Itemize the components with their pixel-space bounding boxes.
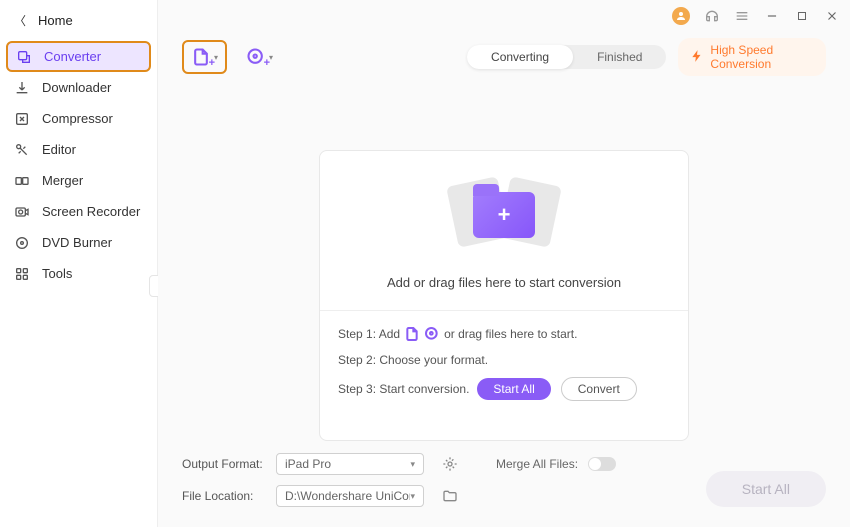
step-2: Step 2: Choose your format. — [338, 351, 670, 369]
main-area: + ▾ + ▾ Converting Finished High Speed C… — [158, 0, 850, 527]
sidebar-item-label: Downloader — [42, 80, 111, 95]
download-icon — [14, 80, 30, 96]
output-format-label: Output Format: — [182, 457, 266, 471]
sidebar-item-converter[interactable]: Converter — [6, 41, 151, 72]
close-icon[interactable] — [824, 8, 840, 24]
step-3: Step 3: Start conversion. Start All Conv… — [338, 377, 670, 401]
user-avatar-icon[interactable] — [672, 7, 690, 25]
sidebar-item-dvd[interactable]: DVD Burner — [0, 227, 157, 258]
merge-label: Merge All Files: — [496, 457, 578, 471]
drop-text: Add or drag files here to start conversi… — [340, 275, 668, 290]
add-file-mini-icon — [404, 326, 420, 342]
bolt-icon — [690, 49, 704, 66]
start-all-button[interactable]: Start All — [706, 471, 826, 507]
toolbar: + ▾ + ▾ Converting Finished High Speed C… — [158, 32, 850, 90]
add-dvd-button[interactable]: + ▾ — [239, 42, 280, 72]
speed-badge-label: High Speed Conversion — [710, 43, 814, 71]
start-all-mini-button[interactable]: Start All — [477, 378, 550, 400]
recorder-icon — [14, 204, 30, 220]
menu-icon[interactable] — [734, 8, 750, 24]
footer: Output Format: iPad Pro ▾ Merge All File… — [158, 441, 850, 527]
maximize-icon[interactable] — [794, 8, 810, 24]
tab-converting[interactable]: Converting — [467, 45, 573, 69]
folder-illustration: + — [444, 175, 564, 255]
merge-row: Merge All Files: — [496, 457, 616, 471]
sidebar-item-label: Merger — [42, 173, 83, 188]
tab-finished[interactable]: Finished — [573, 45, 666, 69]
tab-switch: Converting Finished — [467, 45, 666, 69]
output-format-select[interactable]: iPad Pro ▾ — [276, 453, 424, 475]
settings-gear-icon[interactable] — [442, 456, 458, 472]
high-speed-badge[interactable]: High Speed Conversion — [678, 38, 826, 76]
back-chevron-icon: 〈 — [14, 12, 26, 29]
file-location-label: File Location: — [182, 489, 266, 503]
sidebar-item-label: Editor — [42, 142, 76, 157]
editor-icon — [14, 142, 30, 158]
merger-icon — [14, 173, 30, 189]
sidebar-item-label: DVD Burner — [42, 235, 112, 250]
plus-icon: + — [498, 202, 511, 228]
titlebar — [158, 0, 850, 32]
converter-icon — [16, 49, 32, 65]
drop-zone[interactable]: + Add or drag files here to start conver… — [320, 151, 688, 311]
drop-card: + Add or drag files here to start conver… — [319, 150, 689, 441]
sidebar-item-label: Tools — [42, 266, 72, 281]
sidebar-item-label: Converter — [44, 49, 101, 64]
sidebar-item-label: Screen Recorder — [42, 204, 140, 219]
dvd-icon — [14, 235, 30, 251]
chevron-down-icon: ▾ — [410, 491, 415, 502]
home-label: Home — [38, 13, 73, 28]
steps: Step 1: Add or drag files here to start.… — [320, 311, 688, 417]
compress-icon — [14, 111, 30, 127]
minimize-icon[interactable] — [764, 8, 780, 24]
tools-icon — [14, 266, 30, 282]
content: + Add or drag files here to start conver… — [158, 90, 850, 441]
sidebar-item-editor[interactable]: Editor — [0, 134, 157, 165]
sidebar-item-downloader[interactable]: Downloader — [0, 72, 157, 103]
sidebar-item-compressor[interactable]: Compressor — [0, 103, 157, 134]
sidebar-item-label: Compressor — [42, 111, 113, 126]
headset-icon[interactable] — [704, 8, 720, 24]
open-folder-icon[interactable] — [442, 488, 458, 504]
add-file-button[interactable]: + ▾ — [182, 40, 227, 74]
sidebar-item-tools[interactable]: Tools — [0, 258, 157, 289]
add-dvd-mini-icon — [424, 326, 440, 342]
home-link[interactable]: 〈 Home — [0, 0, 157, 41]
step-1: Step 1: Add or drag files here to start. — [338, 325, 670, 343]
sidebar-item-merger[interactable]: Merger — [0, 165, 157, 196]
file-location-select[interactable]: D:\Wondershare UniConverter 1 ▾ — [276, 485, 424, 507]
sidebar-item-recorder[interactable]: Screen Recorder — [0, 196, 157, 227]
merge-toggle[interactable] — [588, 457, 616, 471]
convert-mini-button[interactable]: Convert — [561, 377, 637, 401]
chevron-down-icon: ▾ — [410, 459, 415, 470]
sidebar: 〈 Home Converter Downloader Compressor — [0, 0, 158, 527]
